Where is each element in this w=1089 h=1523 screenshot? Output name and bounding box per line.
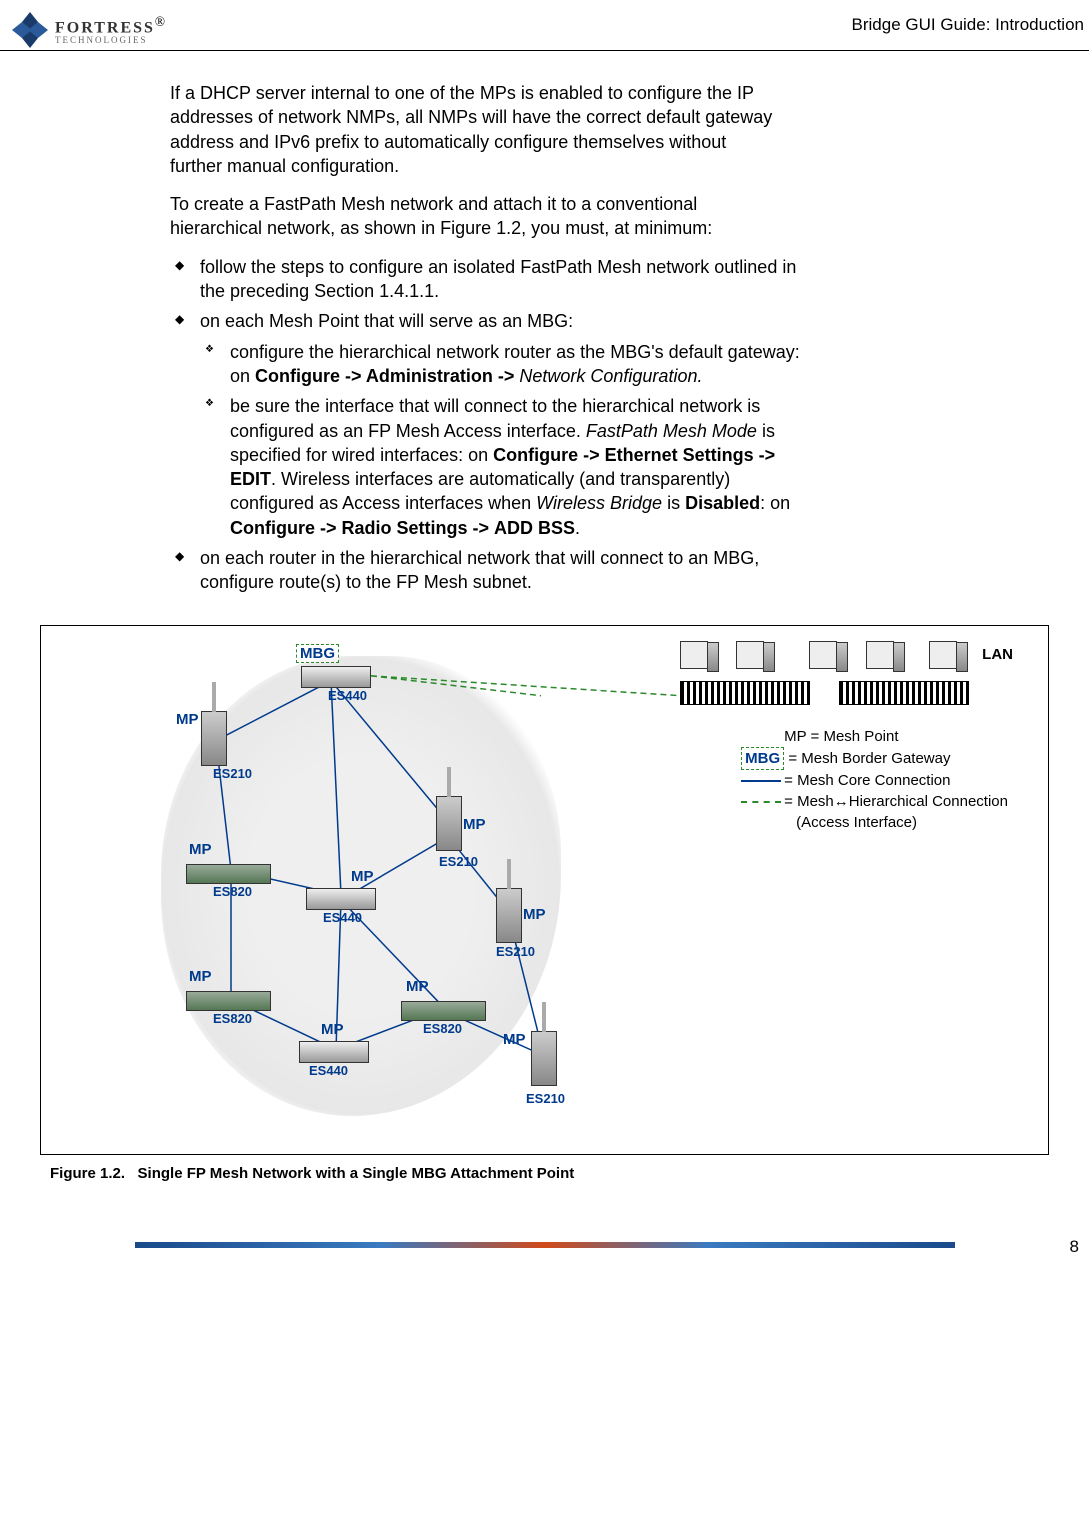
device-es440-2 (306, 888, 376, 910)
es-label-8: ES820 (423, 1021, 462, 1036)
header-guide-title: Bridge GUI Guide: Introduction (852, 10, 1089, 35)
mp-label-6: MP (189, 968, 212, 985)
es-label-2: ES820 (213, 884, 252, 899)
logo-main-text: FORTRESS® (55, 15, 165, 36)
device-es210-4 (531, 1031, 557, 1086)
mp-label-4: MP (463, 816, 486, 833)
device-es440-mbg (301, 666, 371, 688)
device-es210-1 (201, 711, 227, 766)
es-label-6: ES820 (213, 1011, 252, 1026)
logo: FORTRESS® TECHNOLOGIES (0, 10, 165, 50)
pc-icon (866, 641, 894, 669)
lan-label: LAN (982, 646, 1013, 663)
bullet-2: on each Mesh Point that will serve as an… (170, 309, 800, 540)
mp-label-1: MP (176, 711, 199, 728)
device-es820-1 (186, 864, 271, 884)
mbg-label: MBG (296, 644, 339, 663)
page-footer: 8 (0, 1242, 1089, 1272)
lan-group: LAN (680, 641, 998, 710)
switch-icon (839, 681, 969, 705)
sub-bullet-2: be sure the interface that will connect … (200, 394, 800, 540)
es-label-7: ES440 (309, 1063, 348, 1078)
es-label-mbg: ES440 (328, 688, 367, 703)
legend-mp: MP = Mesh Point (741, 726, 1008, 747)
figure-legend: MP = Mesh Point MBG = Mesh Border Gatewa… (741, 726, 1008, 833)
pc-icon (736, 641, 764, 669)
es-label-9: ES210 (526, 1091, 565, 1106)
device-es820-3 (401, 1001, 486, 1021)
paragraph-1: If a DHCP server internal to one of the … (170, 81, 775, 178)
device-es210-2 (436, 796, 462, 851)
logo-sub-text: TECHNOLOGIES (55, 36, 165, 45)
switch-icon (680, 681, 810, 705)
es-label-3: ES440 (323, 910, 362, 925)
mp-label-3: MP (351, 868, 374, 885)
device-es210-3 (496, 888, 522, 943)
pc-icon (680, 641, 708, 669)
bullet-3: on each router in the hierarchical netwo… (170, 546, 800, 595)
legend-access: = Mesh↔Hierarchical Connection (741, 791, 1008, 812)
es-label-5: ES210 (496, 944, 535, 959)
sub-bullet-1: configure the hierarchical network route… (200, 340, 800, 389)
figure-caption: Figure 1.2. Single FP Mesh Network with … (50, 1165, 1089, 1182)
legend-access-sub: (Access Interface) (741, 812, 1008, 833)
legend-mbg: MBG = Mesh Border Gateway (741, 747, 1008, 770)
page-number: 8 (1070, 1237, 1079, 1257)
device-es820-2 (186, 991, 271, 1011)
body-content: If a DHCP server internal to one of the … (0, 81, 1089, 595)
es-label-1: ES210 (213, 766, 252, 781)
figure-1-2: MP ES210 MBG ES440 MP ES820 MP ES440 MP … (40, 625, 1049, 1155)
bullet-1: follow the steps to configure an isolate… (170, 255, 800, 304)
pc-icon (809, 641, 837, 669)
pc-icon (929, 641, 957, 669)
mp-label-8: MP (406, 978, 429, 995)
device-es440-3 (299, 1041, 369, 1063)
mp-label-2: MP (189, 841, 212, 858)
es-label-4: ES210 (439, 854, 478, 869)
footer-bar (135, 1242, 955, 1248)
legend-core: = Mesh Core Connection (741, 770, 1008, 791)
mp-label-5: MP (523, 906, 546, 923)
mp-label-9: MP (503, 1031, 526, 1048)
logo-icon (10, 10, 50, 50)
page-header: FORTRESS® TECHNOLOGIES Bridge GUI Guide:… (0, 0, 1089, 51)
paragraph-2: To create a FastPath Mesh network and at… (170, 192, 775, 241)
mp-label-7: MP (321, 1021, 344, 1038)
